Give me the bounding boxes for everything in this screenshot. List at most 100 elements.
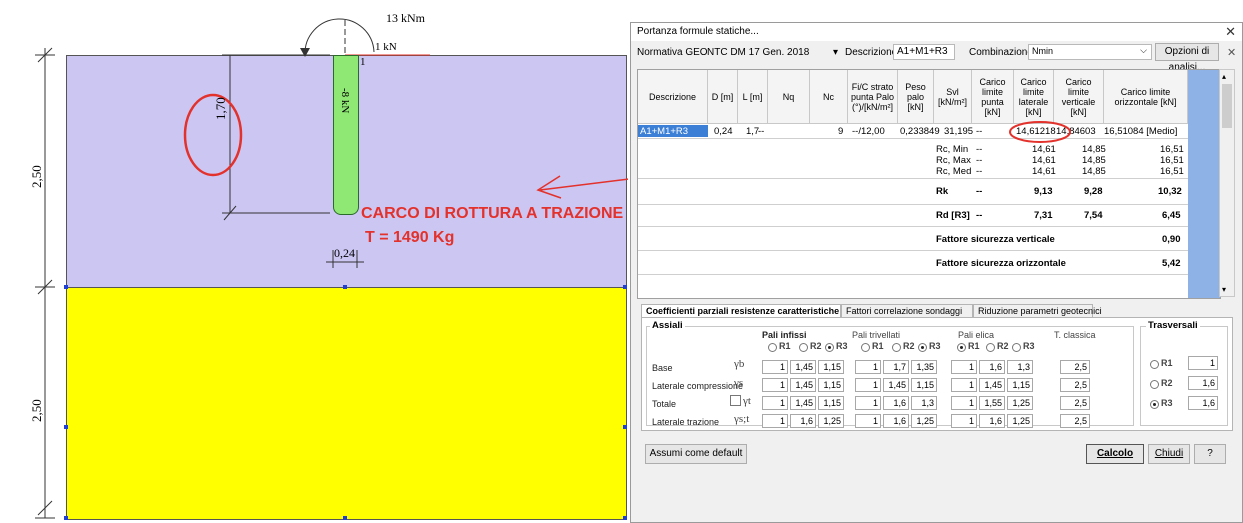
- close-icon[interactable]: ✕: [1225, 24, 1236, 40]
- grid-scrollbar[interactable]: ▴ ▾: [1219, 69, 1235, 297]
- elica-input[interactable]: 1: [951, 396, 977, 410]
- infissi-input[interactable]: 1,6: [790, 414, 816, 428]
- infissi-input[interactable]: 1,45: [790, 378, 816, 392]
- tab-coefficienti[interactable]: Coefficienti parziali resistenze caratte…: [641, 304, 841, 318]
- annotation-line-2: T = 1490 Kg: [365, 229, 455, 246]
- radio-infissi-r2[interactable]: [799, 343, 808, 352]
- scroll-down-icon[interactable]: ▾: [1222, 285, 1226, 294]
- radio-elica-r3[interactable]: [1012, 343, 1021, 352]
- infissi-input[interactable]: 1: [762, 414, 788, 428]
- trivellati-input[interactable]: 1: [855, 396, 881, 410]
- elica-input[interactable]: 1,25: [1007, 414, 1033, 428]
- node-point[interactable]: [64, 425, 68, 429]
- radio-label: R3: [929, 341, 941, 351]
- trivellati-input[interactable]: 1,6: [883, 414, 909, 428]
- elica-input[interactable]: 1: [951, 360, 977, 374]
- node-point[interactable]: [343, 516, 347, 520]
- trivellati-input[interactable]: 1,45: [883, 378, 909, 392]
- trasv-input[interactable]: 1,6: [1188, 376, 1218, 390]
- node-point[interactable]: [64, 516, 68, 520]
- pile-load-label: -8 kN: [339, 88, 351, 114]
- close-panel-icon[interactable]: ✕: [1227, 46, 1236, 59]
- node-point[interactable]: [343, 285, 347, 289]
- classica-input[interactable]: 2,5: [1060, 378, 1090, 392]
- descrizione-field[interactable]: A1+M1+R3: [893, 44, 955, 60]
- trivellati-input[interactable]: 1,7: [883, 360, 909, 374]
- elica-input[interactable]: 1,3: [1007, 360, 1033, 374]
- trivellati-input[interactable]: 1: [855, 360, 881, 374]
- radio-trivellati-r3[interactable]: [918, 343, 927, 352]
- infissi-input[interactable]: 1,25: [818, 414, 844, 428]
- infissi-input[interactable]: 1,45: [790, 396, 816, 410]
- radio-trasv-r3[interactable]: [1150, 400, 1159, 409]
- infissi-input[interactable]: 1: [762, 360, 788, 374]
- chiudi-button[interactable]: Chiudi: [1148, 444, 1190, 464]
- node-point[interactable]: [623, 516, 627, 520]
- combinazione-select[interactable]: Nmin ⌵: [1028, 44, 1152, 60]
- classica-input[interactable]: 2,5: [1060, 396, 1090, 410]
- trasv-input[interactable]: 1,6: [1188, 396, 1218, 410]
- trivellati-input[interactable]: 1: [855, 414, 881, 428]
- coefficients-panel: Assiali Pali infissi Pali trivellati Pal…: [641, 317, 1233, 431]
- options-row: Normativa GEO NTC DM 17 Gen. 2018 ▾ Desc…: [631, 43, 1242, 73]
- elica-input[interactable]: 1: [951, 378, 977, 392]
- node-label: 1: [360, 56, 366, 68]
- tab-riduzione[interactable]: Riduzione parametri geotecnici: [973, 304, 1102, 318]
- trivellati-input[interactable]: 1,6: [883, 396, 909, 410]
- opzioni-button[interactable]: Opzioni di analisi...: [1155, 43, 1219, 73]
- row-label: Laterale compressione: [652, 381, 744, 391]
- radio-trivellati-r1[interactable]: [861, 343, 870, 352]
- node-point[interactable]: [64, 285, 68, 289]
- classica-input[interactable]: 2,5: [1060, 360, 1090, 374]
- results-grid[interactable]: Descrizione D [m] L [m] Nq Nc Fi/C strat…: [637, 69, 1221, 299]
- infissi-input[interactable]: 1: [762, 378, 788, 392]
- totale-checkbox[interactable]: [730, 395, 741, 406]
- trasversali-title: Trasversali: [1146, 320, 1200, 331]
- trivellati-input[interactable]: 1: [855, 378, 881, 392]
- drawing-canvas[interactable]: -8 kN 13 kNm 1 kN 1 1,70 2,50 2,50 0,24 …: [0, 0, 628, 523]
- gamma-label: γt: [743, 395, 751, 407]
- descrizione-label: Descrizione: [845, 47, 898, 58]
- help-button[interactable]: ?: [1194, 444, 1226, 464]
- node-point[interactable]: [623, 285, 627, 289]
- classica-input[interactable]: 2,5: [1060, 414, 1090, 428]
- infissi-input[interactable]: 1,45: [790, 360, 816, 374]
- trivellati-input[interactable]: 1,3: [911, 396, 937, 410]
- assumi-default-button[interactable]: Assumi come default: [645, 444, 747, 464]
- infissi-input[interactable]: 1,15: [818, 360, 844, 374]
- pile[interactable]: [333, 55, 359, 215]
- trivellati-input[interactable]: 1,35: [911, 360, 937, 374]
- infissi-input[interactable]: 1: [762, 396, 788, 410]
- radio-trasv-r1[interactable]: [1150, 360, 1159, 369]
- trivellati-input[interactable]: 1,15: [911, 378, 937, 392]
- radio-trivellati-r2[interactable]: [892, 343, 901, 352]
- radio-label: R2: [903, 341, 915, 351]
- radio-elica-r2[interactable]: [986, 343, 995, 352]
- elica-input[interactable]: 1,6: [979, 360, 1005, 374]
- tab-fattori[interactable]: Fattori correlazione sondaggi: [841, 304, 973, 318]
- elica-input[interactable]: 1,6: [979, 414, 1005, 428]
- infissi-input[interactable]: 1,15: [818, 378, 844, 392]
- trasv-input[interactable]: 1: [1188, 356, 1218, 370]
- elica-input[interactable]: 1,25: [1007, 396, 1033, 410]
- node-point[interactable]: [623, 425, 627, 429]
- radio-label: R1: [968, 341, 980, 351]
- calcolo-button[interactable]: Calcolo: [1086, 444, 1144, 464]
- trivellati-input[interactable]: 1,25: [911, 414, 937, 428]
- elica-input[interactable]: 1,15: [1007, 378, 1033, 392]
- radio-label: R2: [1161, 378, 1173, 388]
- moment-label: 13 kNm: [386, 11, 425, 25]
- elica-input[interactable]: 1,55: [979, 396, 1005, 410]
- elica-input[interactable]: 1: [951, 414, 977, 428]
- radio-infissi-r1[interactable]: [768, 343, 777, 352]
- chevron-down-icon[interactable]: ▾: [833, 47, 838, 58]
- highlight-ellipse: [1009, 121, 1071, 143]
- infissi-input[interactable]: 1,15: [818, 396, 844, 410]
- radio-elica-r1[interactable]: [957, 343, 966, 352]
- radio-infissi-r3[interactable]: [825, 343, 834, 352]
- scroll-up-icon[interactable]: ▴: [1222, 72, 1226, 81]
- elica-input[interactable]: 1,45: [979, 378, 1005, 392]
- assiali-title: Assiali: [650, 320, 685, 331]
- scroll-thumb[interactable]: [1222, 84, 1232, 128]
- radio-trasv-r2[interactable]: [1150, 380, 1159, 389]
